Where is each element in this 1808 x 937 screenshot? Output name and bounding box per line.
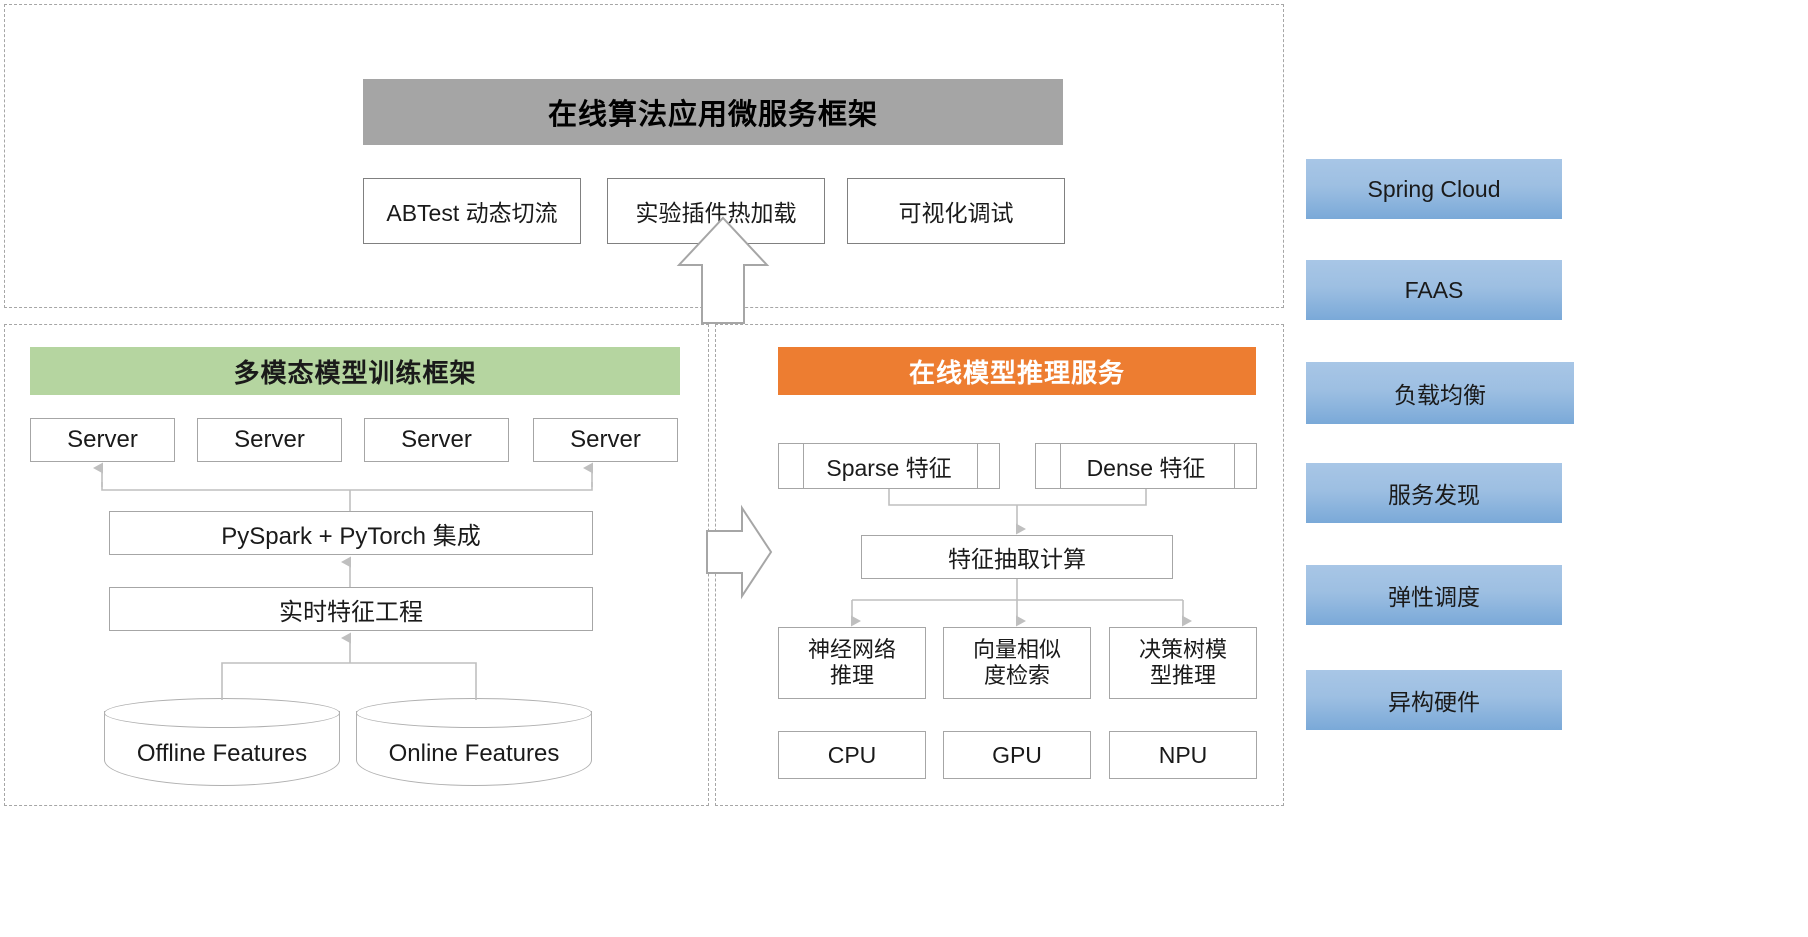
training-server-4[interactable]: Server (533, 418, 678, 462)
feature-box-abtest[interactable]: ABTest 动态切流 (363, 178, 581, 244)
sidebar-item-spring-cloud[interactable]: Spring Cloud (1306, 159, 1562, 219)
cylinder-top (356, 698, 592, 728)
offline-features-store[interactable]: Offline Features (104, 698, 340, 786)
sidebar-item-elastic-scheduling[interactable]: 弹性调度 (1306, 565, 1562, 625)
diagram-canvas: 在线算法应用微服务框架 ABTest 动态切流 实验插件热加载 可视化调试 多模… (0, 0, 1808, 937)
microservice-framework-header: 在线算法应用微服务框架 (363, 79, 1063, 145)
inference-service-header: 在线模型推理服务 (778, 347, 1256, 395)
hardware-gpu[interactable]: GPU (943, 731, 1091, 779)
training-framework-header: 多模态模型训练框架 (30, 347, 680, 395)
training-server-2[interactable]: Server (197, 418, 342, 462)
cylinder-top (104, 698, 340, 728)
realtime-feature-engineering[interactable]: 实时特征工程 (109, 587, 593, 631)
sidebar-item-faas[interactable]: FAAS (1306, 260, 1562, 320)
sparse-feature-box[interactable]: Sparse 特征 (778, 443, 1000, 489)
sidebar-item-service-discovery[interactable]: 服务发现 (1306, 463, 1562, 523)
sidebar-item-heterogeneous-hardware[interactable]: 异构硬件 (1306, 670, 1562, 730)
feature-box-plugin-hotload[interactable]: 实验插件热加载 (607, 178, 825, 244)
sidebar-item-load-balancing[interactable]: 负载均衡 (1306, 362, 1574, 424)
hardware-cpu[interactable]: CPU (778, 731, 926, 779)
online-features-label: Online Features (388, 740, 560, 767)
feature-box-visual-debug[interactable]: 可视化调试 (847, 178, 1065, 244)
online-features-store[interactable]: Online Features (356, 698, 592, 786)
dense-feature-box[interactable]: Dense 特征 (1035, 443, 1257, 489)
training-server-3[interactable]: Server (364, 418, 509, 462)
dense-feature-label: Dense 特征 (1086, 455, 1206, 481)
offline-features-label: Offline Features (136, 740, 308, 767)
sparse-feature-label: Sparse 特征 (826, 455, 952, 481)
decision-tree-inference[interactable]: 决策树模 型推理 (1109, 627, 1257, 699)
training-server-1[interactable]: Server (30, 418, 175, 462)
pyspark-pytorch-integration[interactable]: PySpark + PyTorch 集成 (109, 511, 593, 555)
feature-extraction-compute[interactable]: 特征抽取计算 (861, 535, 1173, 579)
neural-network-inference[interactable]: 神经网络 推理 (778, 627, 926, 699)
hardware-npu[interactable]: NPU (1109, 731, 1257, 779)
vector-similarity-search[interactable]: 向量相似 度检索 (943, 627, 1091, 699)
region-microservice-framework (4, 4, 1284, 308)
